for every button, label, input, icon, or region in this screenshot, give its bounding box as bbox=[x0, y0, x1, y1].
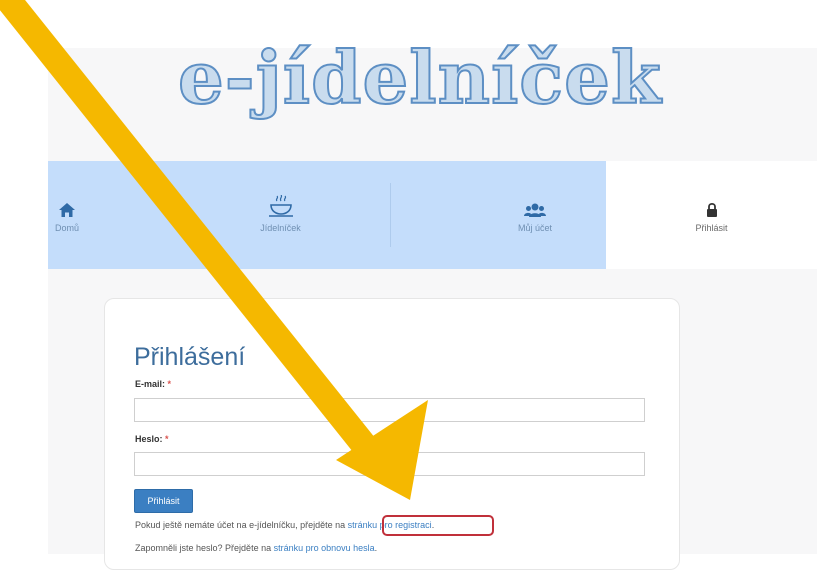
required-mark: * bbox=[167, 379, 172, 389]
main-navigation: Domů Jídelníček Můj účet Přihlásit bbox=[48, 161, 817, 269]
nav-item-home[interactable]: Domů bbox=[32, 161, 102, 269]
password-label: Heslo: * bbox=[135, 434, 169, 444]
password-field[interactable] bbox=[134, 452, 645, 476]
nav-item-label: Domů bbox=[54, 223, 79, 233]
nav-item-label: Jídelníček bbox=[260, 223, 301, 233]
nav-item-label: Můj účet bbox=[517, 223, 552, 233]
nav-divider bbox=[390, 183, 391, 247]
home-icon bbox=[59, 197, 75, 217]
forgot-password-hint: Zapomněli jste heslo? Přejděte na stránk… bbox=[135, 543, 378, 553]
email-label: E-mail: * bbox=[135, 379, 172, 389]
forgot-password-link[interactable]: stránku pro obnovu hesla bbox=[274, 543, 375, 553]
required-mark: * bbox=[165, 434, 169, 444]
nav-item-account[interactable]: Můj účet bbox=[435, 161, 635, 269]
users-icon bbox=[524, 197, 546, 217]
nav-item-login[interactable]: Přihlásit bbox=[606, 161, 817, 269]
nav-item-menu[interactable]: Jídelníček bbox=[178, 161, 383, 269]
highlight-box bbox=[382, 515, 494, 536]
nav-item-label: Přihlásit bbox=[695, 223, 728, 233]
login-button[interactable]: Přihlásit bbox=[134, 489, 193, 513]
email-field[interactable] bbox=[134, 398, 645, 422]
site-logo[interactable]: e-jídelníček bbox=[177, 41, 662, 115]
lock-icon bbox=[706, 197, 718, 217]
page-title: Přihlášení bbox=[134, 343, 246, 371]
food-bowl-icon bbox=[268, 195, 294, 217]
